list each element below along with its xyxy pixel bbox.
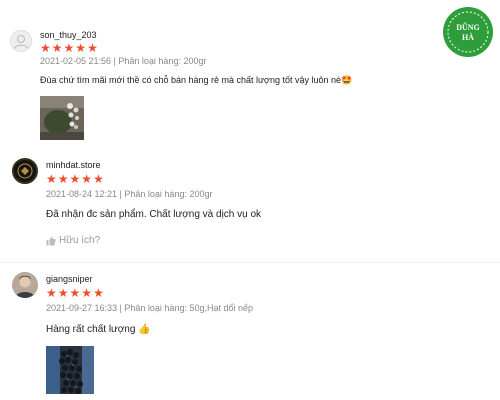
star-icon: ★ [46,286,57,300]
store-logo-avatar[interactable] [12,158,38,184]
review-meta: 2021-02-05 21:56 | Phân loại hàng: 200gr [40,56,207,66]
star-icon: ★ [57,286,69,300]
star-icon: ★ [46,172,57,186]
review-photo[interactable] [40,96,84,140]
star-icon: ★ [75,41,87,55]
star-icon: ★ [93,286,104,300]
review-photo[interactable] [46,346,94,394]
thumbs-up-icon [46,236,56,245]
review-comment: Hàng rất chất lượng 👍 [46,324,151,335]
star-icon: ★ [69,286,81,300]
rating-stars: ★ ★ ★ ★ ★ [40,42,98,54]
logo-line2: HÀ [462,32,474,42]
review-username[interactable]: minhdat.store [46,160,101,170]
user-photo-avatar[interactable] [12,272,38,298]
rating-stars: ★ ★ ★ ★ ★ [46,173,104,185]
default-user-icon[interactable] [10,30,32,52]
star-icon: ★ [51,41,63,55]
star-icon: ★ [81,172,93,186]
review-username[interactable]: son_thuy_203 [40,30,97,40]
review-meta: 2021-09-27 16:33 | Phân loại hàng: 50g,H… [46,303,253,313]
star-icon: ★ [87,41,98,55]
review-comment: Đã nhận đc sản phẩm. Chất lượng và dịch … [46,209,262,220]
review-meta: 2021-08-24 12:21 | Phân loại hàng: 200gr [46,189,213,199]
star-icon: ★ [40,41,51,55]
star-icon: ★ [93,172,104,186]
review-comment: Đùa chứ tìm mãi mới thề có chỗ bán hàng … [40,75,353,85]
helpful-label: Hữu ích? [59,235,101,246]
star-icon: ★ [63,41,75,55]
brand-logo: DŨNG HÀ [443,7,493,57]
logo-line1: DŨNG [456,22,480,32]
review-username[interactable]: giangsniper [46,274,93,284]
star-icon: ★ [57,172,69,186]
star-icon: ★ [81,286,93,300]
rating-stars: ★ ★ ★ ★ ★ [46,287,104,299]
star-icon: ★ [69,172,81,186]
helpful-button[interactable]: Hữu ích? [46,235,100,246]
review-divider [0,262,500,263]
